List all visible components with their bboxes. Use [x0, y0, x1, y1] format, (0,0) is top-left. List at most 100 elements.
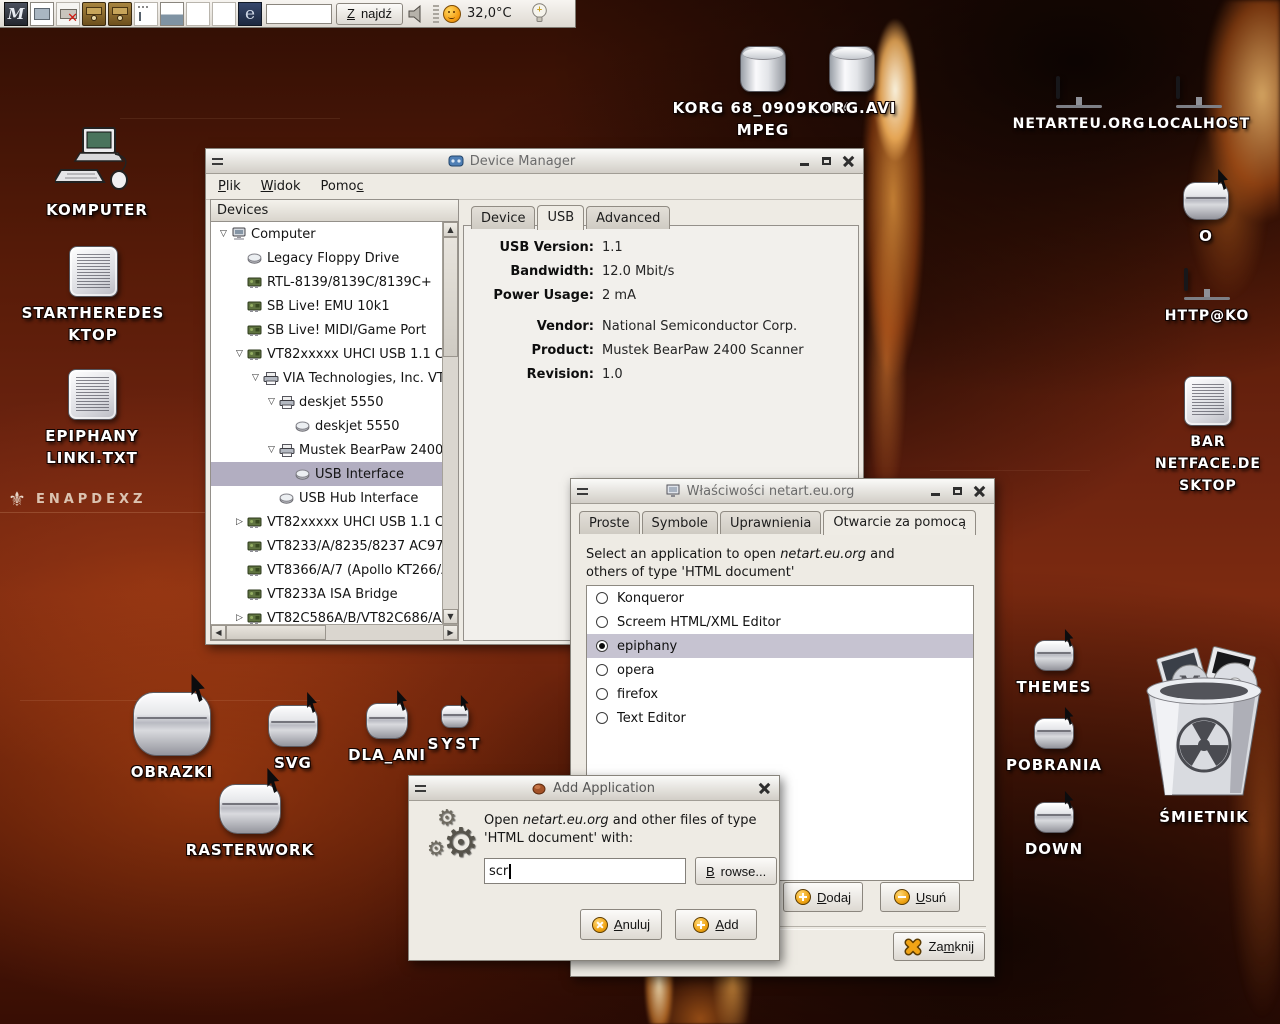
close-button[interactable] [839, 153, 857, 169]
window-menu-icon[interactable] [577, 483, 593, 499]
remove-application-button[interactable]: Usuń [880, 882, 960, 912]
scrollbar-thumb[interactable] [226, 625, 326, 640]
tree-row[interactable]: VT8233/A/8235/8237 AC97 Au [211, 534, 443, 558]
tree-row[interactable]: SB Live! MIDI/Game Port [211, 318, 443, 342]
app-list-item[interactable]: firefox [587, 682, 973, 706]
applet-handle[interactable] [433, 5, 439, 23]
app-list-item[interactable]: epiphany [587, 634, 973, 658]
minimize-button[interactable] [926, 483, 944, 499]
desktop-icon-smietnik[interactable]: M ŚMIETNIK [1134, 645, 1274, 828]
drawer-icon[interactable] [82, 2, 106, 26]
workspace-pager-icon[interactable] [160, 2, 184, 26]
titlebar[interactable]: Add Application [409, 776, 779, 801]
application-command-input[interactable]: scr [484, 858, 686, 884]
expander-icon[interactable]: ▷ [232, 613, 247, 623]
vertical-scrollbar[interactable]: ▲ ▼ [442, 222, 458, 624]
radio-button[interactable] [596, 592, 608, 604]
expander-icon[interactable]: ▽ [248, 373, 263, 383]
tree-row[interactable]: USB Hub Interface [211, 486, 443, 510]
scrollbar-thumb[interactable] [443, 237, 458, 357]
cancel-button[interactable]: Anuluj [580, 909, 662, 940]
add-button[interactable]: Add [675, 909, 757, 940]
screen-icon[interactable] [30, 2, 54, 26]
close-window-button[interactable]: Zamknij [893, 932, 985, 961]
scroll-right-button[interactable]: ▶ [443, 625, 458, 640]
app-list-item[interactable]: Konqueror [587, 586, 973, 610]
desktop-icon-obrazki[interactable]: OBRAZKI [102, 692, 242, 783]
tree-column-header[interactable]: Devices [211, 200, 458, 222]
tab-device[interactable]: Device [471, 206, 535, 229]
add-application-button[interactable]: Dodaj [783, 882, 863, 912]
radio-button[interactable] [596, 664, 608, 676]
tab-otwarcie-za-pomoca[interactable]: Otwarcie za pomocą [823, 510, 976, 535]
expander-icon[interactable]: ▽ [216, 229, 231, 239]
drawer-icon-2[interactable] [108, 2, 132, 26]
expander-icon[interactable]: ▽ [232, 349, 247, 359]
tree-row[interactable]: ▽Computer [211, 222, 443, 246]
maximize-button[interactable] [817, 153, 835, 169]
window-menu-icon[interactable] [415, 780, 431, 796]
desktop-icon-bar-netface[interactable]: BAR NETFACE.DESKTOP [1138, 376, 1278, 497]
expander-icon[interactable]: ▽ [264, 397, 279, 407]
tree-row[interactable]: RTL-8139/8139C/8139C+ [211, 270, 443, 294]
menu-plik[interactable]: Plik [218, 179, 241, 194]
desktop-icon-syst[interactable]: SYST [405, 705, 505, 755]
tree-row[interactable]: ▷VT82xxxxx UHCI USB 1.1 Contr [211, 510, 443, 534]
tree-row[interactable]: ▷VT82C586A/B/VT82C686/A/B [211, 606, 443, 624]
tree-row[interactable]: ▽VT82xxxxx UHCI USB 1.1 Contr [211, 342, 443, 366]
desktop-icon-localhost[interactable]: LOCALHOST [1139, 78, 1259, 135]
horizontal-scrollbar[interactable]: ◀ ▶ [211, 624, 458, 640]
menu-widok[interactable]: Widok [261, 179, 301, 194]
launcher-blank-icon[interactable] [186, 2, 210, 26]
volume-icon[interactable] [405, 2, 429, 26]
tree-row[interactable]: ▽VIA Technologies, Inc. VT82 [211, 366, 443, 390]
desktop-icon-themes[interactable]: THEMES [994, 640, 1114, 698]
desktop-icon-http-ko[interactable]: HTTP@KO [1147, 270, 1267, 327]
desktop-icon-netarteu-org[interactable]: NETARTEU.ORG [1019, 78, 1139, 135]
app-list-item[interactable]: opera [587, 658, 973, 682]
desktop-icon-o[interactable]: O [1146, 182, 1266, 247]
find-button[interactable]: Znajdź [336, 3, 403, 25]
titlebar[interactable]: Właściwości netart.eu.org [571, 479, 994, 504]
tree-row[interactable]: Legacy Floppy Drive [211, 246, 443, 270]
tree-row[interactable]: VT8366/A/7 (Apollo KT266/A/ [211, 558, 443, 582]
wm-logo-icon[interactable]: M [4, 2, 28, 26]
search-input[interactable] [266, 4, 332, 24]
radio-button[interactable] [596, 616, 608, 628]
titlebar[interactable]: Device Manager [206, 149, 863, 174]
tree-row[interactable]: ▽Mustek BearPaw 2400 Sc [211, 438, 443, 462]
radio-button[interactable] [596, 688, 608, 700]
desktop-icon-rasterwork[interactable]: RASTERWORK [180, 784, 320, 861]
tree-row[interactable]: deskjet 5550 [211, 414, 443, 438]
browse-button[interactable]: Browse... [695, 857, 777, 885]
desktop-icon-epiphany-linki[interactable]: EPIPHANYLINKI.TXT [22, 369, 162, 469]
expander-icon[interactable]: ▷ [232, 517, 247, 527]
desktop-icon-pobrania[interactable]: POBRANIA [994, 718, 1114, 776]
scroll-down-button[interactable]: ▼ [443, 609, 458, 624]
window-menu-icon[interactable] [212, 153, 228, 169]
tab-advanced[interactable]: Advanced [586, 206, 670, 229]
desktop-icon-komputer[interactable]: KOMPUTER [27, 126, 167, 221]
minimize-button[interactable] [795, 153, 813, 169]
desktop-icon-startheredes[interactable]: STARTHEREDESKTOP [23, 246, 163, 346]
app-list-item[interactable]: Text Editor [587, 706, 973, 730]
epiphany-icon[interactable]: e [238, 2, 262, 26]
tree-row[interactable]: SB Live! EMU 10k1 [211, 294, 443, 318]
maximize-button[interactable] [948, 483, 966, 499]
notes-icon[interactable] [134, 2, 158, 26]
tab-usb[interactable]: USB [537, 205, 584, 230]
desktop-icon-down[interactable]: DOWN [994, 802, 1114, 860]
desktop-icon-korg-avi[interactable]: KORG.AVI [782, 46, 922, 119]
menu-pomoc[interactable]: Pomoc [321, 179, 364, 194]
scroll-up-button[interactable]: ▲ [443, 222, 458, 237]
radio-button[interactable] [596, 640, 608, 652]
scroll-left-button[interactable]: ◀ [211, 625, 226, 640]
tree-row[interactable]: VT8233A ISA Bridge [211, 582, 443, 606]
tree-row[interactable]: ▽deskjet 5550 [211, 390, 443, 414]
printer-error-icon[interactable] [56, 2, 80, 26]
close-button[interactable] [755, 780, 773, 796]
launcher-blank-icon-2[interactable] [212, 2, 236, 26]
tab-symbole[interactable]: Symbole [642, 511, 718, 534]
close-button[interactable] [970, 483, 988, 499]
tab-uprawnienia[interactable]: Uprawnienia [720, 511, 821, 534]
